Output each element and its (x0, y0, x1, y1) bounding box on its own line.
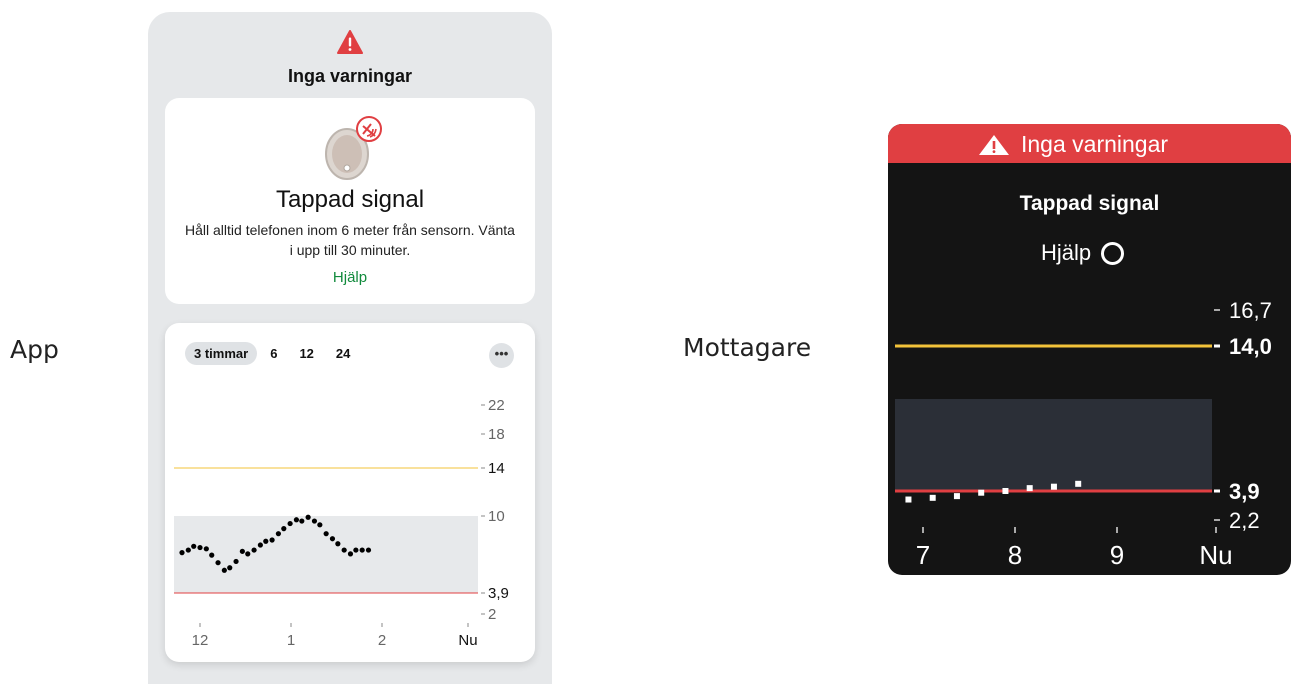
x-tick-label: Nu (458, 632, 477, 649)
glucose-graph-card: 3 timmar 6 12 24 ••• 22 18 14 10 3,9 2 12 1 2 Nu (165, 323, 535, 662)
data-point (1050, 483, 1057, 490)
data-point (365, 547, 372, 553)
y-tick-label: 18 (488, 426, 505, 443)
data-point (275, 531, 281, 537)
x-tick-label: 2 (378, 632, 386, 649)
app-label: App (10, 335, 59, 364)
data-point (305, 514, 311, 520)
app-screen: Inga varningar Tappad signal Håll alltid… (148, 12, 552, 684)
y-tick-label: 3,9 (1229, 479, 1260, 504)
data-point (323, 531, 329, 537)
data-point (317, 522, 323, 528)
target-range-band (895, 399, 1212, 491)
data-point (227, 565, 233, 571)
target-range-band (174, 516, 478, 593)
data-point (359, 547, 365, 553)
data-point (263, 538, 269, 544)
data-point (203, 546, 209, 552)
signal-lost-card: Tappad signal Håll alltid telefonen inom… (165, 98, 535, 304)
data-point (287, 520, 293, 527)
x-tick-label: 12 (192, 632, 209, 649)
data-point (221, 567, 227, 573)
data-point (209, 552, 215, 558)
warning-triangle-icon (337, 30, 363, 54)
y-tick-label: 14,0 (1229, 334, 1272, 359)
app-glucose-graph: 221814103,9212 1 2 Nu (174, 397, 509, 649)
x-tick-label: 9 (1110, 540, 1124, 570)
help-link[interactable]: Hjälp (165, 269, 535, 286)
data-point (1075, 480, 1082, 487)
data-point (1002, 488, 1009, 494)
x-tick-label: 8 (1008, 540, 1022, 570)
y-tick-label: 22 (488, 397, 505, 414)
y-tick-label: 2 (488, 606, 496, 623)
data-point (245, 551, 251, 557)
y-tick-label: 2,2 (1229, 508, 1260, 533)
data-point (257, 542, 263, 548)
data-point (269, 537, 275, 543)
y-tick-label: 16,7 (1229, 298, 1272, 323)
data-point (341, 547, 347, 553)
data-point (353, 547, 359, 553)
sensor-signal-lost-icon (325, 116, 382, 180)
data-point (347, 551, 354, 557)
data-point (299, 518, 305, 524)
data-point (335, 541, 341, 547)
data-point (215, 560, 221, 566)
alert-title: Inga varningar (287, 66, 413, 86)
data-point (293, 517, 300, 523)
receiver-label: Mottagare (683, 333, 812, 362)
x-tick-label: 7 (916, 540, 930, 570)
data-point (953, 493, 960, 500)
data-point (233, 558, 239, 565)
y-tick-label: 14 (488, 460, 505, 477)
x-tick-label: Nu (1199, 540, 1232, 570)
data-point (978, 489, 985, 496)
y-tick-label: 3,9 (488, 585, 509, 602)
data-point (179, 550, 185, 556)
data-point (251, 547, 257, 553)
data-point (311, 518, 318, 524)
data-point (185, 547, 191, 553)
x-tick-label: 1 (287, 632, 295, 649)
receiver-screen: Inga varningar Tappad signal Hjälp 16,7 1… (888, 124, 1291, 575)
data-point (191, 543, 197, 549)
data-point (281, 526, 287, 532)
data-point (929, 494, 936, 501)
y-tick-label: 10 (488, 508, 505, 525)
data-point (905, 496, 912, 503)
data-point (197, 544, 203, 551)
signal-title: Tappad signal (275, 186, 425, 213)
receiver-glucose-graph: 16,7 14,0 3,9 2,2 7 8 9 Nu (895, 298, 1272, 570)
data-point (329, 536, 336, 542)
data-point (1026, 485, 1033, 492)
data-point (239, 548, 245, 554)
signal-message: Håll alltid telefonen inom 6 meter från … (185, 222, 515, 258)
